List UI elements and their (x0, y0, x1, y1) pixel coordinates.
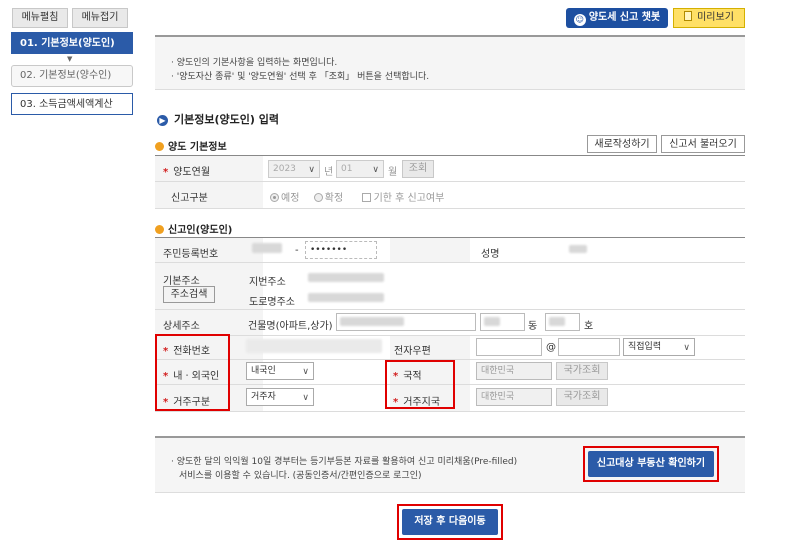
rrn-dash: - (295, 245, 299, 256)
chevron-down-icon: ∨ (308, 165, 315, 175)
dong-blurred (484, 317, 500, 326)
address-search-button[interactable]: 주소검색 (163, 286, 215, 303)
radio-scheduled[interactable] (270, 193, 279, 202)
road-address-blurred (308, 293, 384, 302)
new-form-button[interactable]: 새로작성하기 (587, 135, 657, 153)
sidebar-item-seller-info[interactable]: 01. 기본정보(양도인) (11, 32, 133, 54)
label-cell-bg (390, 238, 470, 262)
building-label: 건물명(아파트,상가) (248, 321, 333, 332)
arrow-right-icon: ▶ (157, 115, 168, 126)
month-suffix: 월 (388, 167, 398, 178)
chevron-down-icon: ∨ (302, 367, 309, 377)
country-search-button-2[interactable]: 국가조회 (556, 388, 608, 406)
residence-select[interactable]: 거주자 ∨ (246, 388, 314, 406)
document-icon (684, 11, 693, 21)
row-divider (155, 411, 745, 412)
chevron-down-icon: ▼ (67, 55, 73, 63)
intro-line-1: · 양도인의 기본사항을 입력하는 화면입니다. (171, 58, 338, 68)
type-label: 신고구분 (171, 193, 208, 204)
sidebar-item-label: 01. 기본정보(양도인) (20, 38, 115, 49)
row-divider (155, 309, 745, 310)
section-basic-title: 양도 기본정보 (155, 138, 227, 153)
email-domain-select[interactable]: 직접입력 ∨ (623, 338, 695, 356)
bullet-icon (155, 142, 164, 151)
sidebar-item-tax-calc[interactable]: 03. 소득금액세액계산 (11, 93, 133, 115)
chevron-down-icon: ∨ (372, 165, 379, 175)
detail-label: 상세주소 (163, 321, 200, 332)
highlight-box-phone-group (155, 334, 230, 411)
highlight-box-nationality-group (385, 360, 455, 409)
country-search-button[interactable]: 국가조회 (556, 362, 608, 380)
year-select[interactable]: 2023 ∨ (268, 160, 320, 178)
email-label: 전자우편 (394, 346, 431, 357)
section-reporter-title: 신고인(양도인) (155, 221, 232, 236)
year-suffix: 년 (324, 167, 334, 178)
nat-type-select[interactable]: 내국인 ∨ (246, 362, 314, 380)
phone-blurred (246, 339, 382, 353)
intro-panel: · 양도인의 기본사항을 입력하는 화면입니다. · '양도자산 종류' 및 '… (155, 35, 745, 90)
period-label: * 양도연월 (163, 167, 211, 178)
chevron-down-icon: ∨ (683, 343, 690, 353)
dong-suffix: 동 (528, 321, 538, 332)
rrn-back-field[interactable]: ••••••• (305, 241, 377, 259)
res-country-field[interactable]: 대한민국 (476, 388, 552, 406)
type-options: 예정 확정 기한 후 신고여부 (270, 189, 444, 204)
jibun-address-blurred (308, 273, 384, 282)
email-local-field[interactable] (476, 338, 542, 356)
sidebar-item-label: 02. 기본정보(양수인) (20, 70, 112, 81)
chevron-down-icon: ∨ (302, 393, 309, 403)
late-filing-checkbox[interactable] (361, 193, 371, 202)
page-title: ▶ 기본정보(양도인) 입력 (157, 111, 279, 127)
save-next-button[interactable]: 저장 후 다음이동 (402, 509, 498, 535)
row-divider (155, 208, 745, 209)
row-divider (155, 335, 745, 336)
ho-suffix: 호 (584, 321, 594, 332)
email-at: @ (546, 342, 556, 353)
name-label: 성명 (481, 249, 500, 260)
menu-expand-button[interactable]: 메뉴펼침 (12, 8, 68, 28)
sidebar-item-buyer-info[interactable]: 02. 기본정보(양수인) (11, 65, 133, 87)
notice-line-2: 서비스를 이용할 수 있습니다. (공동인증서/간편인증으로 로그인) (179, 471, 422, 481)
jibun-label: 지번주소 (249, 277, 286, 288)
email-domain-field[interactable] (558, 338, 620, 356)
rrn-front-blurred (252, 243, 282, 253)
name-blurred (569, 245, 587, 253)
radio-final[interactable] (313, 193, 323, 202)
nationality-field[interactable]: 대한민국 (476, 362, 552, 380)
preview-button[interactable]: 미리보기 (673, 8, 745, 28)
month-select[interactable]: 01 ∨ (336, 160, 384, 178)
sidebar-item-label: 03. 소득금액세액계산 (20, 99, 113, 110)
row-divider (155, 262, 745, 263)
addr-label: 기본주소 (163, 276, 200, 287)
rrn-label: 주민등록번호 (163, 249, 219, 260)
bullet-icon (155, 225, 164, 234)
search-button[interactable]: 조회 (402, 160, 434, 178)
chatbot-icon: ☺ (573, 14, 586, 26)
check-property-button[interactable]: 신고대상 부동산 확인하기 (588, 451, 714, 477)
menu-collapse-button[interactable]: 메뉴접기 (72, 8, 128, 28)
chatbot-button[interactable]: ☺ 양도세 신고 챗봇 (566, 8, 668, 28)
intro-line-2: · '양도자산 종류' 및 '양도연월' 선택 후 「조회」 버튼을 선택합니다… (171, 72, 430, 82)
road-label: 도로명주소 (249, 297, 295, 308)
load-return-button[interactable]: 신고서 불러오기 (661, 135, 745, 153)
row-divider (155, 181, 745, 182)
building-blurred (340, 317, 404, 326)
ho-blurred (549, 317, 565, 326)
notice-line-1: · 양도한 달의 익익월 10일 경부터는 등기부등본 자료를 활용하여 신고 … (171, 457, 518, 467)
